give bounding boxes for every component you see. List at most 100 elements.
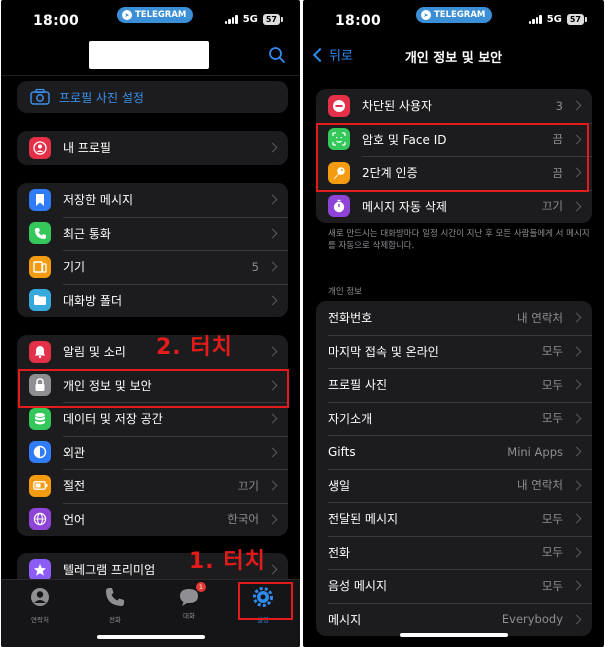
signal-icon [528, 15, 542, 24]
status-time: 18:00 [335, 13, 382, 29]
appearance-item[interactable]: 외관 [17, 435, 288, 470]
bell-icon [29, 340, 51, 363]
blocked-users-count: 3 [555, 98, 563, 113]
settings-group: 알림 및 소리 개인 정보 및 보안 데이터 및 저장 공간 외관 절전 끄기 … [17, 335, 288, 536]
auto-delete-label: 메시지 자동 삭제 [362, 199, 447, 214]
recent-calls-item[interactable]: 최근 통화 [17, 216, 288, 251]
my-profile-group: 내 프로필 [17, 131, 288, 165]
highlight-privacy-security [18, 369, 289, 408]
appearance-label: 외관 [63, 445, 86, 460]
devices-count: 5 [251, 259, 259, 274]
devices-icon [29, 255, 51, 278]
telegram-icon: ➤ [421, 10, 431, 20]
tab-contacts[interactable]: 연락처 [15, 586, 65, 624]
chevron-right-icon [267, 142, 278, 153]
home-indicator [399, 633, 508, 637]
chevron-right-icon [571, 379, 582, 390]
my-profile-item[interactable]: 내 프로필 [17, 131, 288, 165]
auto-delete-item[interactable]: 메시지 자동 삭제 끄기 [316, 189, 592, 224]
calls-privacy-item[interactable]: 전화 모두 [316, 535, 592, 570]
language-item[interactable]: 언어 한국어 [17, 502, 288, 537]
chevron-right-icon [267, 194, 278, 205]
telegram-pill[interactable]: ➤ TELEGRAM [416, 7, 493, 23]
language-value: 한국어 [227, 512, 259, 527]
chevron-right-icon [571, 547, 582, 558]
blocked-users-label: 차단된 사용자 [362, 99, 433, 114]
messages-privacy-item[interactable]: 메시지 Everybody [316, 602, 592, 637]
blocked-users-item[interactable]: 차단된 사용자 3 [316, 89, 592, 123]
devices-label: 기기 [63, 260, 86, 275]
home-indicator [96, 635, 205, 639]
voice-messages-item[interactable]: 음성 메시지 모두 [316, 569, 592, 603]
set-profile-photo-label: 프로필 사진 설정 [59, 90, 144, 105]
power-saving-item[interactable]: 절전 끄기 [17, 469, 288, 503]
notifications-item[interactable]: 알림 및 소리 [17, 335, 288, 369]
person-icon [29, 136, 51, 159]
chat-folders-item[interactable]: 대화방 폴더 [17, 283, 288, 318]
signal-icon [224, 15, 238, 24]
privacy-security-screen: 18:00 ➤ TELEGRAM 5G 57 뒤로 개인 정보 및 보안 차단된… [303, 0, 604, 647]
gifts-item[interactable]: Gifts Mini Apps [316, 435, 592, 469]
phone-number-item[interactable]: 전화번호 내 연락처 [316, 301, 592, 335]
unread-badge: 1 [196, 582, 206, 592]
status-bar: 18:00 ➤ TELEGRAM 5G 57 [303, 0, 604, 42]
system-indicators: 5G 57 [528, 14, 588, 25]
network-label: 5G [546, 14, 562, 25]
privacy-group: 전화번호 내 연락처 마지막 접속 및 온라인 모두 프로필 사진 모두 자기소… [316, 301, 592, 636]
tab-chats[interactable]: 1 대화 [164, 582, 214, 620]
page-title: 개인 정보 및 보안 [404, 51, 503, 66]
tab-calls[interactable]: 전화 [90, 586, 140, 624]
star-icon [29, 558, 51, 581]
telegram-pill[interactable]: ➤ TELEGRAM [117, 7, 194, 23]
phone-icon [106, 588, 124, 606]
chevron-right-icon [267, 480, 278, 491]
utilities-group: 저장한 메시지 최근 통화 기기 5 대화방 폴더 [17, 183, 288, 317]
header-divider [1, 75, 300, 76]
blocked-icon [328, 94, 350, 117]
chevron-right-icon [571, 100, 582, 111]
auto-delete-note: 새로 만드시는 대화방마다 일정 시간이 지난 후 모든 사람들에게 서 메시지… [328, 229, 590, 251]
bio-item[interactable]: 자기소개 모두 [316, 401, 592, 436]
chat-folders-label: 대화방 폴더 [63, 293, 123, 308]
chevron-right-icon [267, 295, 278, 306]
half-circle-icon [29, 441, 51, 464]
camera-icon [30, 88, 50, 105]
chevron-right-icon [571, 446, 582, 457]
database-icon [29, 407, 51, 430]
profile-photo-item[interactable]: 프로필 사진 모두 [316, 368, 592, 402]
chevron-right-icon [571, 413, 582, 424]
chevron-right-icon [571, 580, 582, 591]
folder-icon [29, 289, 51, 312]
birthday-item[interactable]: 생일 내 연락처 [316, 468, 592, 503]
set-profile-photo-button[interactable]: 프로필 사진 설정 [17, 81, 288, 113]
my-profile-label: 내 프로필 [63, 141, 111, 156]
devices-item[interactable]: 기기 5 [17, 250, 288, 284]
system-indicators: 5G 57 [224, 14, 284, 25]
chevron-right-icon [571, 346, 582, 357]
redacted-name [89, 41, 209, 69]
status-bar: 18:00 ➤ TELEGRAM 5G 57 [1, 0, 300, 42]
highlight-passcode-2fa [316, 123, 589, 192]
highlight-settings-tab [238, 582, 293, 620]
chevron-right-icon [267, 447, 278, 458]
saved-messages-label: 저장한 메시지 [63, 193, 134, 208]
chevron-right-icon [571, 614, 582, 625]
phone-icon [29, 222, 51, 245]
forwarded-messages-item[interactable]: 전달된 메시지 모두 [316, 502, 592, 536]
privacy-section-header: 개인 정보 [328, 287, 362, 297]
annotation-step-1: 1. 터치 [189, 549, 266, 574]
chevron-right-icon [267, 413, 278, 424]
search-icon[interactable] [268, 46, 286, 64]
telegram-icon: ➤ [122, 10, 132, 20]
power-saving-value: 끄기 [237, 478, 259, 493]
last-seen-item[interactable]: 마지막 접속 및 온라인 모두 [316, 334, 592, 369]
chevron-right-icon [267, 346, 278, 357]
globe-icon [29, 508, 51, 531]
language-label: 언어 [63, 512, 86, 527]
network-label: 5G [242, 14, 258, 25]
saved-messages-item[interactable]: 저장한 메시지 [17, 183, 288, 217]
chevron-right-icon [267, 261, 278, 272]
chevron-right-icon [267, 228, 278, 239]
settings-screen: 18:00 ➤ TELEGRAM 5G 57 프로필 사진 설정 내 프로필 저… [1, 0, 300, 647]
status-time: 18:00 [33, 13, 80, 29]
